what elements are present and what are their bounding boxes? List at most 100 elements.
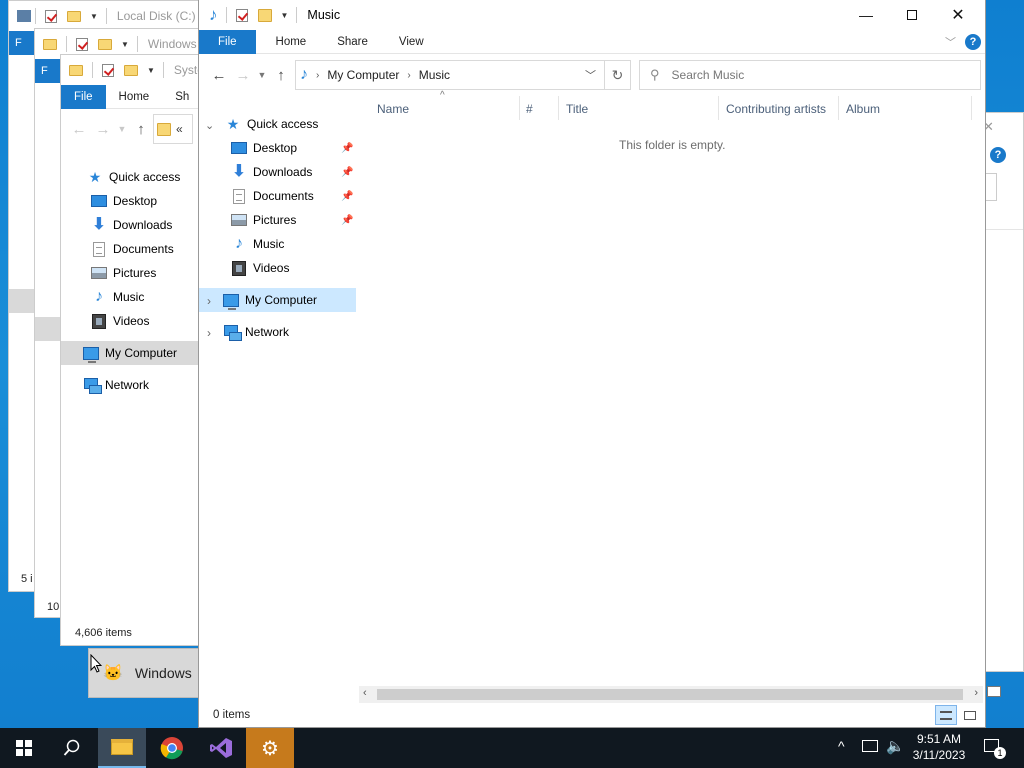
action-center-button[interactable]: 1 [980,737,1006,759]
new-folder-icon[interactable] [67,10,81,22]
large-icons-view-button[interactable] [960,705,980,725]
tab-file[interactable]: File [61,84,106,109]
properties-icon[interactable] [45,9,57,23]
column-header-name[interactable]: Name [377,102,409,116]
column-header-title[interactable]: Title [566,102,588,116]
column-header-number[interactable]: # [526,102,533,116]
tab-view[interactable]: View [381,36,437,48]
forward-arrow-icon[interactable]: → [91,117,115,141]
new-folder-icon[interactable] [257,8,272,22]
back-arrow-icon[interactable]: ← [67,117,91,141]
properties-icon[interactable] [102,63,114,77]
nav-quick-access[interactable]: ★ Quick access [87,165,181,189]
customize-dropdown-icon[interactable]: ▼ [121,40,129,49]
clock[interactable]: 9:51 AM 3/11/2023 [906,731,972,763]
column-divider[interactable] [558,96,559,120]
column-divider[interactable] [519,96,520,120]
customize-dropdown-icon[interactable]: ▼ [90,12,98,21]
nav-pictures[interactable]: Pictures [91,261,156,285]
nav-quick-access[interactable]: ★ Quick access [225,112,319,136]
breadcrumb-separator-icon[interactable]: › [316,70,319,81]
nav-documents[interactable]: Documents [91,237,174,261]
chrome-taskbar-button[interactable] [148,728,196,768]
back-arrow-icon[interactable]: ← [207,63,231,87]
maximize-button[interactable] [889,0,935,30]
window-system[interactable]: ▼ Syster File Home Sh ← → ▼ ↑ « ★ Quick … [60,54,210,646]
pin-icon[interactable]: 📌 [341,167,353,178]
view-options-icon[interactable] [987,686,1001,697]
network-status-icon[interactable] [862,740,878,752]
tab-share[interactable]: Share [319,36,381,48]
nav-my-computer[interactable]: My Computer [199,288,356,312]
column-divider[interactable] [718,96,719,120]
tab-home[interactable]: Home [256,36,320,48]
breadcrumb-my-computer[interactable]: My Computer [327,68,399,82]
column-divider[interactable] [838,96,839,120]
volume-icon[interactable]: 🔈 [886,737,905,755]
nav-videos[interactable]: Videos [91,309,149,333]
nav-documents[interactable]: Documents [231,184,314,208]
expand-chevron-icon[interactable]: › [207,294,211,308]
expand-chevron-icon[interactable]: › [207,326,211,340]
scroll-left-icon[interactable]: ‹ [363,687,367,699]
titlebar[interactable]: ▼ Syster [61,55,209,85]
window-music[interactable]: ♪ ▼ Music — ✕ File Home Share View ﹀ ? ←… [198,0,986,728]
recent-locations-dropdown-icon[interactable]: ▼ [255,63,269,87]
help-icon[interactable]: ? [990,147,1006,163]
nav-my-computer[interactable]: My Computer [61,341,209,365]
properties-icon[interactable] [235,8,248,22]
search-box[interactable]: ⚲ Search Music [639,60,981,90]
nav-network[interactable]: Network [83,373,149,397]
scrollbar-thumb[interactable] [377,689,963,700]
column-header-album[interactable]: Album [846,102,880,116]
recent-dropdown-icon[interactable]: ▼ [115,117,129,141]
settings-taskbar-button[interactable]: ⚙ [246,728,294,768]
breadcrumb-separator-icon[interactable]: › [407,70,410,81]
file-explorer-taskbar-button[interactable] [98,728,146,768]
tab-file[interactable]: File [199,29,256,54]
nav-downloads[interactable]: ⬇ Downloads [91,213,172,237]
nav-pictures[interactable]: Pictures [231,208,296,232]
address-bar[interactable]: « [153,114,193,144]
customize-dropdown-icon[interactable]: ▼ [281,11,289,20]
refresh-button[interactable]: ↻ [605,60,631,90]
nav-network[interactable]: Network [223,320,289,344]
nav-music[interactable]: ♪ Music [231,232,284,256]
breadcrumb-music[interactable]: Music [419,68,450,82]
nav-desktop[interactable]: Desktop [231,136,297,160]
horizontal-scrollbar[interactable]: ‹ › [359,686,983,703]
breadcrumb-overflow[interactable]: « [176,122,183,136]
new-folder-icon[interactable] [98,38,112,50]
column-divider[interactable] [971,96,972,120]
start-button[interactable] [0,728,48,768]
tab-home[interactable]: Home [106,91,163,103]
up-arrow-icon[interactable]: ↑ [129,117,153,141]
nav-desktop[interactable]: Desktop [91,189,157,213]
help-icon[interactable]: ? [965,34,981,50]
nav-music[interactable]: ♪ Music [91,285,144,309]
address-dropdown-icon[interactable]: ﹀ [585,67,596,83]
details-view-button[interactable] [935,705,957,725]
show-hidden-icons-button[interactable]: ^ [838,738,845,754]
taskbar-preview[interactable]: 🐱 Windows [88,648,208,698]
expand-chevron-icon[interactable]: ⌄ [205,119,214,132]
column-header-contributing-artists[interactable]: Contributing artists [726,102,826,116]
scroll-right-icon[interactable]: › [974,687,978,699]
titlebar[interactable]: ▼ Local Disk (C:) [9,1,207,31]
pin-icon[interactable]: 📌 [341,191,353,202]
tab-share[interactable]: Sh [162,91,202,103]
customize-dropdown-icon[interactable]: ▼ [147,66,155,75]
forward-arrow-icon[interactable]: → [231,63,255,87]
window-background-right[interactable]: ✕ ? [980,112,1024,672]
nav-videos[interactable]: Videos [231,256,289,280]
address-bar[interactable]: ♪ › My Computer › Music ﹀ [295,60,605,90]
nav-downloads[interactable]: ⬇ Downloads [231,160,312,184]
pin-icon[interactable]: 📌 [341,143,353,154]
close-button[interactable]: ✕ [935,0,981,30]
search-input[interactable]: Search Music [672,68,745,82]
visual-studio-taskbar-button[interactable] [197,728,245,768]
pin-icon[interactable]: 📌 [341,215,353,226]
expand-ribbon-icon[interactable]: ﹀ [945,34,956,50]
new-folder-icon[interactable] [124,64,138,76]
properties-icon[interactable] [76,37,88,51]
